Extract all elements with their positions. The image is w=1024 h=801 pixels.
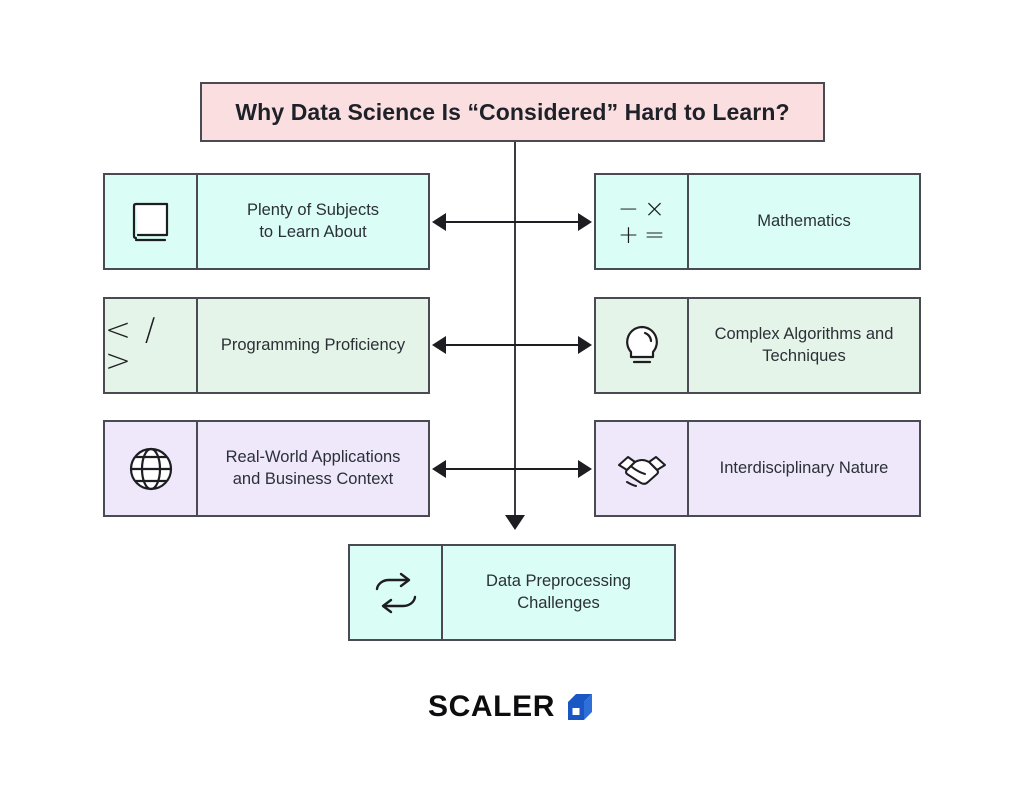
card-label: Complex Algorithms and Techniques — [689, 299, 919, 392]
connector-row-2-arrow-right — [578, 336, 592, 354]
card-label: Programming Proficiency — [220, 335, 406, 354]
equals-symbol: = — [644, 220, 665, 249]
globe-icon — [105, 422, 198, 515]
card-label-line-2: to Learn About — [259, 222, 367, 241]
code-brackets-glyphs: < / > — [105, 311, 158, 379]
connector-row-1-arrow-left — [432, 213, 446, 231]
diagram-title-text: Why Data Science Is “Considered” Hard to… — [235, 98, 790, 125]
card-interdisciplinary-nature[interactable]: Interdisciplinary Nature — [594, 420, 921, 517]
card-programming-proficiency[interactable]: < / > Programming Proficiency — [103, 297, 430, 394]
card-label-line-2: Techniques — [762, 346, 846, 365]
card-label-line-1: Plenty of Subjects — [246, 200, 380, 219]
diagram-title-box: Why Data Science Is “Considered” Hard to… — [200, 82, 825, 142]
code-brackets-icon: < / > — [105, 299, 198, 392]
card-real-world-applications[interactable]: Real-World Applications and Business Con… — [103, 420, 430, 517]
cube-logo-mark — [566, 692, 596, 722]
card-label-line-1: Data Preprocessing — [486, 571, 631, 590]
scaler-logo-text: SCALER — [428, 690, 555, 723]
connector-row-3-arrow-right — [578, 460, 592, 478]
card-label: Data Preprocessing Challenges — [443, 546, 674, 639]
card-label: Real-World Applications and Business Con… — [198, 422, 428, 515]
connector-row-2-arrow-left — [432, 336, 446, 354]
connector-row-2 — [446, 344, 584, 346]
connector-row-3-arrow-left — [432, 460, 446, 478]
card-label-line-2: and Business Context — [232, 469, 394, 488]
diagram-canvas: Why Data Science Is “Considered” Hard to… — [0, 0, 1024, 801]
card-label-line-1: Complex Algorithms and — [714, 324, 894, 343]
math-symbols-icon: − × + = — [596, 175, 689, 268]
connector-row-1-arrow-right — [578, 213, 592, 231]
card-label: Mathematics — [757, 211, 851, 230]
connector-row-3 — [446, 468, 584, 470]
card-label: Interdisciplinary Nature — [719, 458, 889, 477]
minus-symbol: − — [618, 194, 639, 223]
times-symbol: × — [644, 194, 665, 223]
card-plenty-of-subjects[interactable]: Plenty of Subjects to Learn About — [103, 173, 430, 270]
plus-symbol: + — [618, 220, 639, 249]
sync-arrows-icon — [350, 546, 443, 639]
card-complex-algorithms[interactable]: Complex Algorithms and Techniques — [594, 297, 921, 394]
card-data-preprocessing-challenges[interactable]: Data Preprocessing Challenges — [348, 544, 676, 641]
card-label-line-1: Real-World Applications — [225, 447, 401, 466]
card-label: Plenty of Subjects to Learn About — [198, 175, 428, 268]
connector-row-1 — [446, 221, 584, 223]
scaler-logo: SCALER — [0, 690, 1024, 724]
book-icon — [105, 175, 198, 268]
lightbulb-icon — [596, 299, 689, 392]
card-mathematics[interactable]: − × + = Mathematics — [594, 173, 921, 270]
vertical-connector-arrowhead — [505, 515, 525, 530]
handshake-icon — [596, 422, 689, 515]
card-label-line-2: Challenges — [517, 593, 600, 612]
